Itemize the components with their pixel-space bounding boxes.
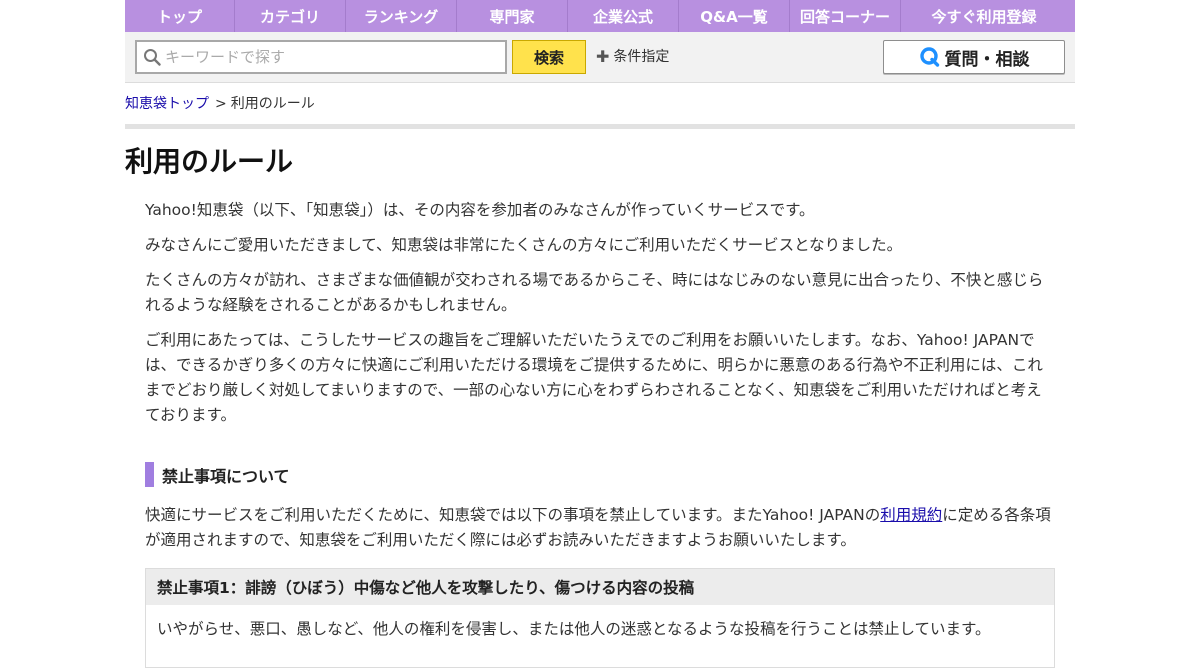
divider xyxy=(125,124,1075,129)
search-bar: 検索 ✚ 条件指定 質問・相談 xyxy=(125,32,1075,83)
section-body-text: 快適にサービスをご利用いただくために、知恵袋では以下の事項を禁止しています。また… xyxy=(145,506,881,524)
terms-of-service-link[interactable]: 利用規約 xyxy=(880,506,942,524)
breadcrumb-current: 利用のルール xyxy=(230,96,315,112)
rule-title: 禁止事項1：誹謗（ひぼう）中傷など他人を攻撃したり、傷つける内容の投稿 xyxy=(146,569,1054,605)
breadcrumb-home-link[interactable]: 知恵袋トップ xyxy=(125,96,209,112)
plus-icon: ✚ xyxy=(596,46,610,66)
question-q-icon xyxy=(919,46,941,68)
global-nav: トップ カテゴリ ランキング 専門家 企業公式 Q&A一覧 回答コーナー 今すぐ… xyxy=(125,0,1075,32)
prohibited-rule-box: 禁止事項1：誹謗（ひぼう）中傷など他人を攻撃したり、傷つける内容の投稿 いやがら… xyxy=(145,568,1055,668)
search-input[interactable] xyxy=(165,43,505,71)
search-box[interactable] xyxy=(135,40,507,74)
ask-question-button[interactable]: 質問・相談 xyxy=(883,40,1065,74)
ask-question-label: 質問・相談 xyxy=(944,49,1030,70)
section-body: 快適にサービスをご利用いただくために、知恵袋では以下の事項を禁止しています。また… xyxy=(145,503,1055,553)
section-accent-bar xyxy=(145,462,154,487)
intro-paragraph: みなさんにご愛用いただきまして、知恵袋は非常にたくさんの方々にご利用いただくサー… xyxy=(145,236,903,254)
intro-content: Yahoo!知恵袋（以下、「知恵袋」）は、その内容を参加者のみなさんが作っていく… xyxy=(145,198,1055,438)
intro-paragraph: ご利用にあたっては、こうしたサービスの趣旨をご理解いただいたうえでのご利用をお願… xyxy=(145,331,1043,424)
page-title: 利用のルール xyxy=(125,145,294,178)
nav-item-ranking[interactable]: ランキング xyxy=(346,0,457,32)
search-icon xyxy=(143,48,161,66)
nav-item-register[interactable]: 今すぐ利用登録 xyxy=(901,0,1051,32)
page-wrapper: トップ カテゴリ ランキング 専門家 企業公式 Q&A一覧 回答コーナー 今すぐ… xyxy=(125,0,1075,668)
nav-item-experts[interactable]: 専門家 xyxy=(457,0,568,32)
nav-item-top[interactable]: トップ xyxy=(125,0,235,32)
search-conditions-label: 条件指定 xyxy=(613,49,670,65)
search-conditions-link[interactable]: ✚ 条件指定 xyxy=(596,46,669,66)
nav-item-official[interactable]: 企業公式 xyxy=(568,0,679,32)
section-heading: 禁止事項について xyxy=(145,462,290,487)
nav-item-answer-corner[interactable]: 回答コーナー xyxy=(790,0,901,32)
nav-item-category[interactable]: カテゴリ xyxy=(235,0,346,32)
breadcrumb: 知恵袋トップ > 利用のルール xyxy=(125,93,315,113)
intro-paragraph: Yahoo!知恵袋（以下、「知恵袋」）は、その内容を参加者のみなさんが作っていく… xyxy=(145,201,815,219)
nav-item-qa-list[interactable]: Q&A一覧 xyxy=(679,0,790,32)
search-button[interactable]: 検索 xyxy=(512,40,586,74)
section-heading-text: 禁止事項について xyxy=(162,466,290,486)
breadcrumb-separator: > xyxy=(215,96,227,112)
intro-paragraph: たくさんの方々が訪れ、さまざまな価値観が交わされる場であるからこそ、時にはなじみ… xyxy=(145,271,1044,314)
